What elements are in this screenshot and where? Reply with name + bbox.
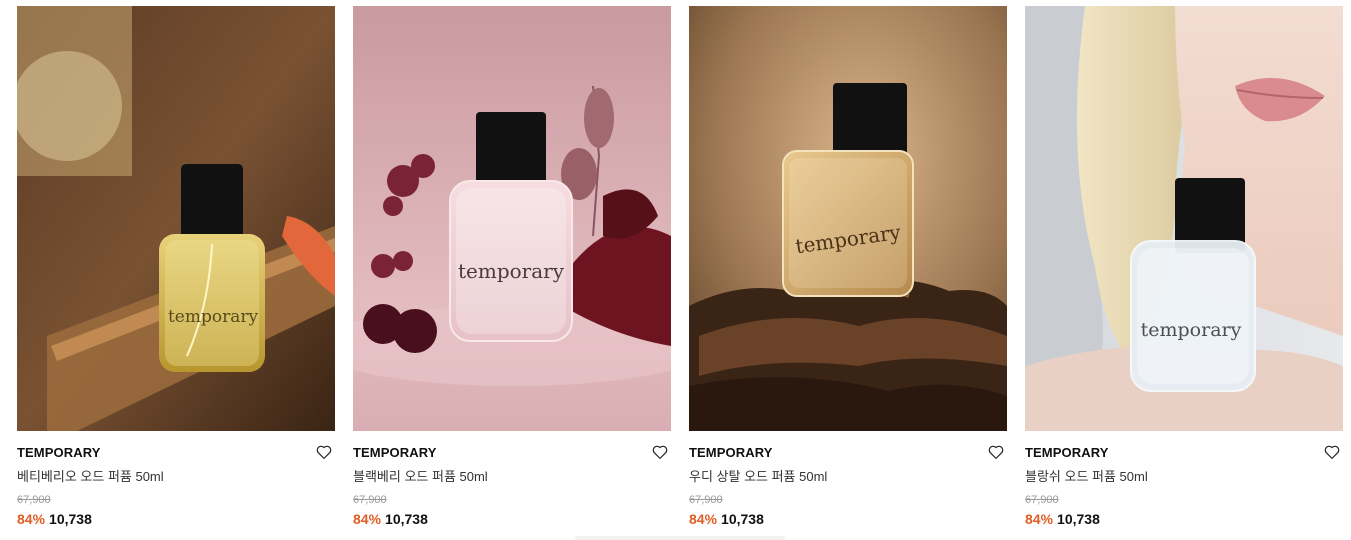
product-name[interactable]: 블랙베리 오드 퍼퓸 50ml <box>353 469 671 485</box>
product-name[interactable]: 우디 상탈 오드 퍼퓸 50ml <box>689 469 1007 485</box>
sale-price: 10,738 <box>721 511 764 527</box>
price-row: 84% 10,738 <box>689 510 1007 528</box>
product-card[interactable]: temporary TEMPORARY 우디 상탈 오드 퍼퓸 50ml 67,… <box>689 6 1007 528</box>
product-name[interactable]: 베티베리오 오드 퍼퓸 50ml <box>17 469 335 485</box>
brand-name[interactable]: TEMPORARY <box>353 445 671 461</box>
product-meta: TEMPORARY 베티베리오 오드 퍼퓸 50ml 67,900 84% 10,… <box>17 431 335 528</box>
heart-outline-icon <box>988 445 1004 459</box>
heart-outline-icon <box>1324 445 1340 459</box>
original-price: 67,900 <box>17 494 51 506</box>
like-button[interactable] <box>315 443 333 461</box>
sale-price: 10,738 <box>49 511 92 527</box>
product-grid: temporary TEMPORARY 베티베리오 오드 퍼퓸 50ml 67,… <box>17 6 1343 528</box>
bottle-label: temporary <box>1141 319 1242 341</box>
price-row: 84% 10,738 <box>1025 510 1343 528</box>
original-price: 67,900 <box>689 494 723 506</box>
discount-rate: 84% <box>17 511 46 527</box>
like-button[interactable] <box>651 443 669 461</box>
sale-price: 10,738 <box>385 511 428 527</box>
product-card[interactable]: temporary TEMPORARY 베티베리오 오드 퍼퓸 50ml 67,… <box>17 6 335 528</box>
discount-rate: 84% <box>1025 511 1054 527</box>
product-meta: TEMPORARY 블랑쉬 오드 퍼퓸 50ml 67,900 84% 10,73… <box>1025 431 1343 528</box>
scroll-indicator <box>575 536 785 540</box>
brand-name[interactable]: TEMPORARY <box>1025 445 1343 461</box>
discount-rate: 84% <box>353 511 382 527</box>
discount-rate: 84% <box>689 511 718 527</box>
product-image[interactable]: temporary <box>17 6 335 431</box>
product-card[interactable]: temporary TEMPORARY 블랙베리 오드 퍼퓸 50ml 67,9… <box>353 6 671 528</box>
product-card[interactable]: temporary TEMPORARY 블랑쉬 오드 퍼퓸 50ml 67,90… <box>1025 6 1343 528</box>
sale-price: 10,738 <box>1057 511 1100 527</box>
original-price: 67,900 <box>353 494 387 506</box>
product-meta: TEMPORARY 우디 상탈 오드 퍼퓸 50ml 67,900 84% 10,… <box>689 431 1007 528</box>
product-name[interactable]: 블랑쉬 오드 퍼퓸 50ml <box>1025 469 1343 485</box>
bottle-label: temporary <box>168 307 259 327</box>
original-price: 67,900 <box>1025 494 1059 506</box>
price-row: 84% 10,738 <box>17 510 335 528</box>
like-button[interactable] <box>987 443 1005 461</box>
product-image[interactable]: temporary <box>1025 6 1343 431</box>
heart-outline-icon <box>652 445 668 459</box>
brand-name[interactable]: TEMPORARY <box>17 445 335 461</box>
brand-name[interactable]: TEMPORARY <box>689 445 1007 461</box>
product-meta: TEMPORARY 블랙베리 오드 퍼퓸 50ml 67,900 84% 10,7… <box>353 431 671 528</box>
bottle-label: temporary <box>458 259 565 283</box>
product-image[interactable]: temporary <box>689 6 1007 431</box>
heart-outline-icon <box>316 445 332 459</box>
price-row: 84% 10,738 <box>353 510 671 528</box>
like-button[interactable] <box>1323 443 1341 461</box>
product-image[interactable]: temporary <box>353 6 671 431</box>
